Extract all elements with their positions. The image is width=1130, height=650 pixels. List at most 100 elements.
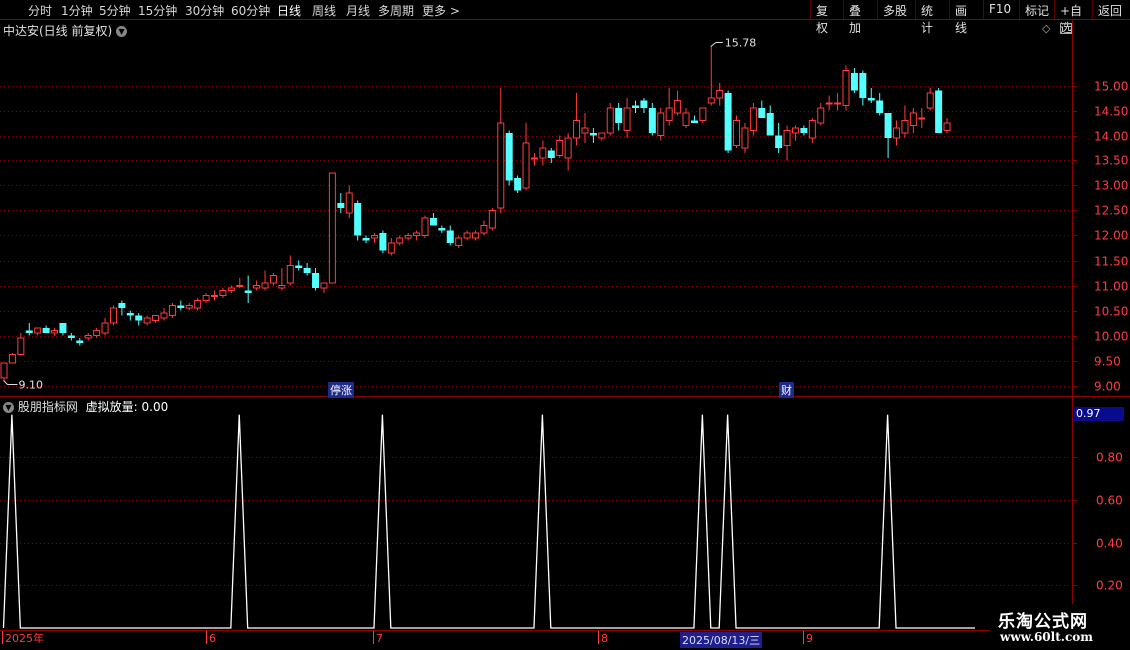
low-price-label: 9.10 [19,379,44,392]
price-tick-label: 10.50 [1094,305,1128,319]
candle-up [716,90,724,99]
candle-up [253,285,261,289]
candle-up [236,285,244,287]
price-tick-label: 12.50 [1094,204,1128,218]
watermark-line1: 乐淘公式网 [998,612,1088,632]
candle-up [842,70,850,106]
candle-up [143,317,151,324]
candle-up [522,142,530,189]
indicator-tick-label: 0.80 [1096,451,1123,465]
date-label: 9 [806,632,813,645]
price-tick-label: 13.00 [1094,179,1128,193]
candle-down [884,113,892,138]
candle-down [118,303,126,308]
candle-up [598,132,606,139]
candle-up [17,337,25,355]
candle-down [935,90,943,133]
candle-up [211,295,218,297]
candle-up [152,315,160,321]
title-dropdown-icon[interactable]: ▼ [116,26,128,37]
limit-up-tag[interactable]: 停涨 [328,382,354,398]
candle-up [741,127,749,149]
candle-up [93,330,101,336]
candle-up [34,327,42,334]
candle-up [160,312,168,319]
candle-up [581,127,589,134]
price-tick-label: 10.00 [1094,330,1128,344]
candle-up [808,120,816,139]
candle-up [396,237,404,244]
date-label: 7 [376,632,383,645]
candle-up [320,282,328,289]
candle-up [749,107,757,131]
candle-up [194,300,202,309]
date-label: 2025年 [5,631,44,645]
candle-up [8,354,16,364]
candle-down [758,108,766,118]
candle-down [850,73,858,91]
candle-up [497,122,505,209]
candle-up [0,362,8,379]
candle-up [783,130,791,146]
candle-down [446,230,454,243]
candle-up [825,102,833,105]
candle-down [354,203,362,236]
candle-down [547,150,555,158]
finance-tag[interactable]: 财 [779,382,794,398]
indicator-tick-label: 0.60 [1096,494,1123,508]
indicator-header: ▼ 股朋指标网 虚拟放量: 0.00 [3,398,168,415]
candle-down [867,98,875,101]
high-price-label: 15.78 [725,37,757,50]
indicator-tick-label: 0.20 [1096,579,1123,593]
indicator-line [2,414,975,629]
candle-down [312,273,320,288]
candle-down [337,203,345,208]
diamond-icon[interactable]: ◇ [1042,22,1050,35]
candle-up [421,217,429,236]
candle-down [724,93,732,151]
candle-up [564,137,572,159]
candle-down [859,73,867,98]
price-tick-label: 15.00 [1094,80,1128,94]
candle-up [51,330,59,334]
candle-up [463,232,471,239]
price-tick-label: 12.00 [1094,229,1128,243]
candle-up [834,102,842,105]
candle-up [278,285,286,289]
candle-up [84,335,92,339]
candle-up [909,112,917,126]
candle-up [168,305,176,316]
candle-up [539,147,547,159]
candle-down [362,238,370,241]
date-label: 6 [209,632,216,645]
candle-up [682,112,690,126]
candle-down [589,133,597,136]
candle-up [606,107,614,134]
indicator-menu-icon[interactable]: ▼ [3,402,14,413]
candle-up [657,112,665,136]
candle-up [472,232,480,239]
kline-chart: 15.00 14.50 14.00 13.50 13.00 12.50 12.00 11.50… [0,19,1130,645]
candle-down [244,290,252,293]
candle-down [648,108,656,133]
indicator-name[interactable]: 股朋指标网 [18,400,78,414]
candle-down [25,330,33,333]
candle-up [556,140,564,156]
price-tick-label: 9.50 [1094,355,1121,369]
candle-up [269,275,277,284]
price-tick-label: 14.50 [1094,105,1128,119]
date-highlight: 2025/08/13/三 [680,632,763,648]
candle-up [109,307,117,324]
candle-up [623,107,631,131]
layout-toggle-icon[interactable] [1060,23,1072,34]
candle-down [514,178,522,191]
candle-up [185,305,193,309]
candle-up [918,117,926,120]
candle-up [733,120,741,146]
candle-down [632,105,639,108]
candle-up [674,100,682,114]
candle-down [379,233,387,251]
candle-up [893,127,901,139]
candle-up [707,97,715,104]
candle-up [488,210,496,229]
